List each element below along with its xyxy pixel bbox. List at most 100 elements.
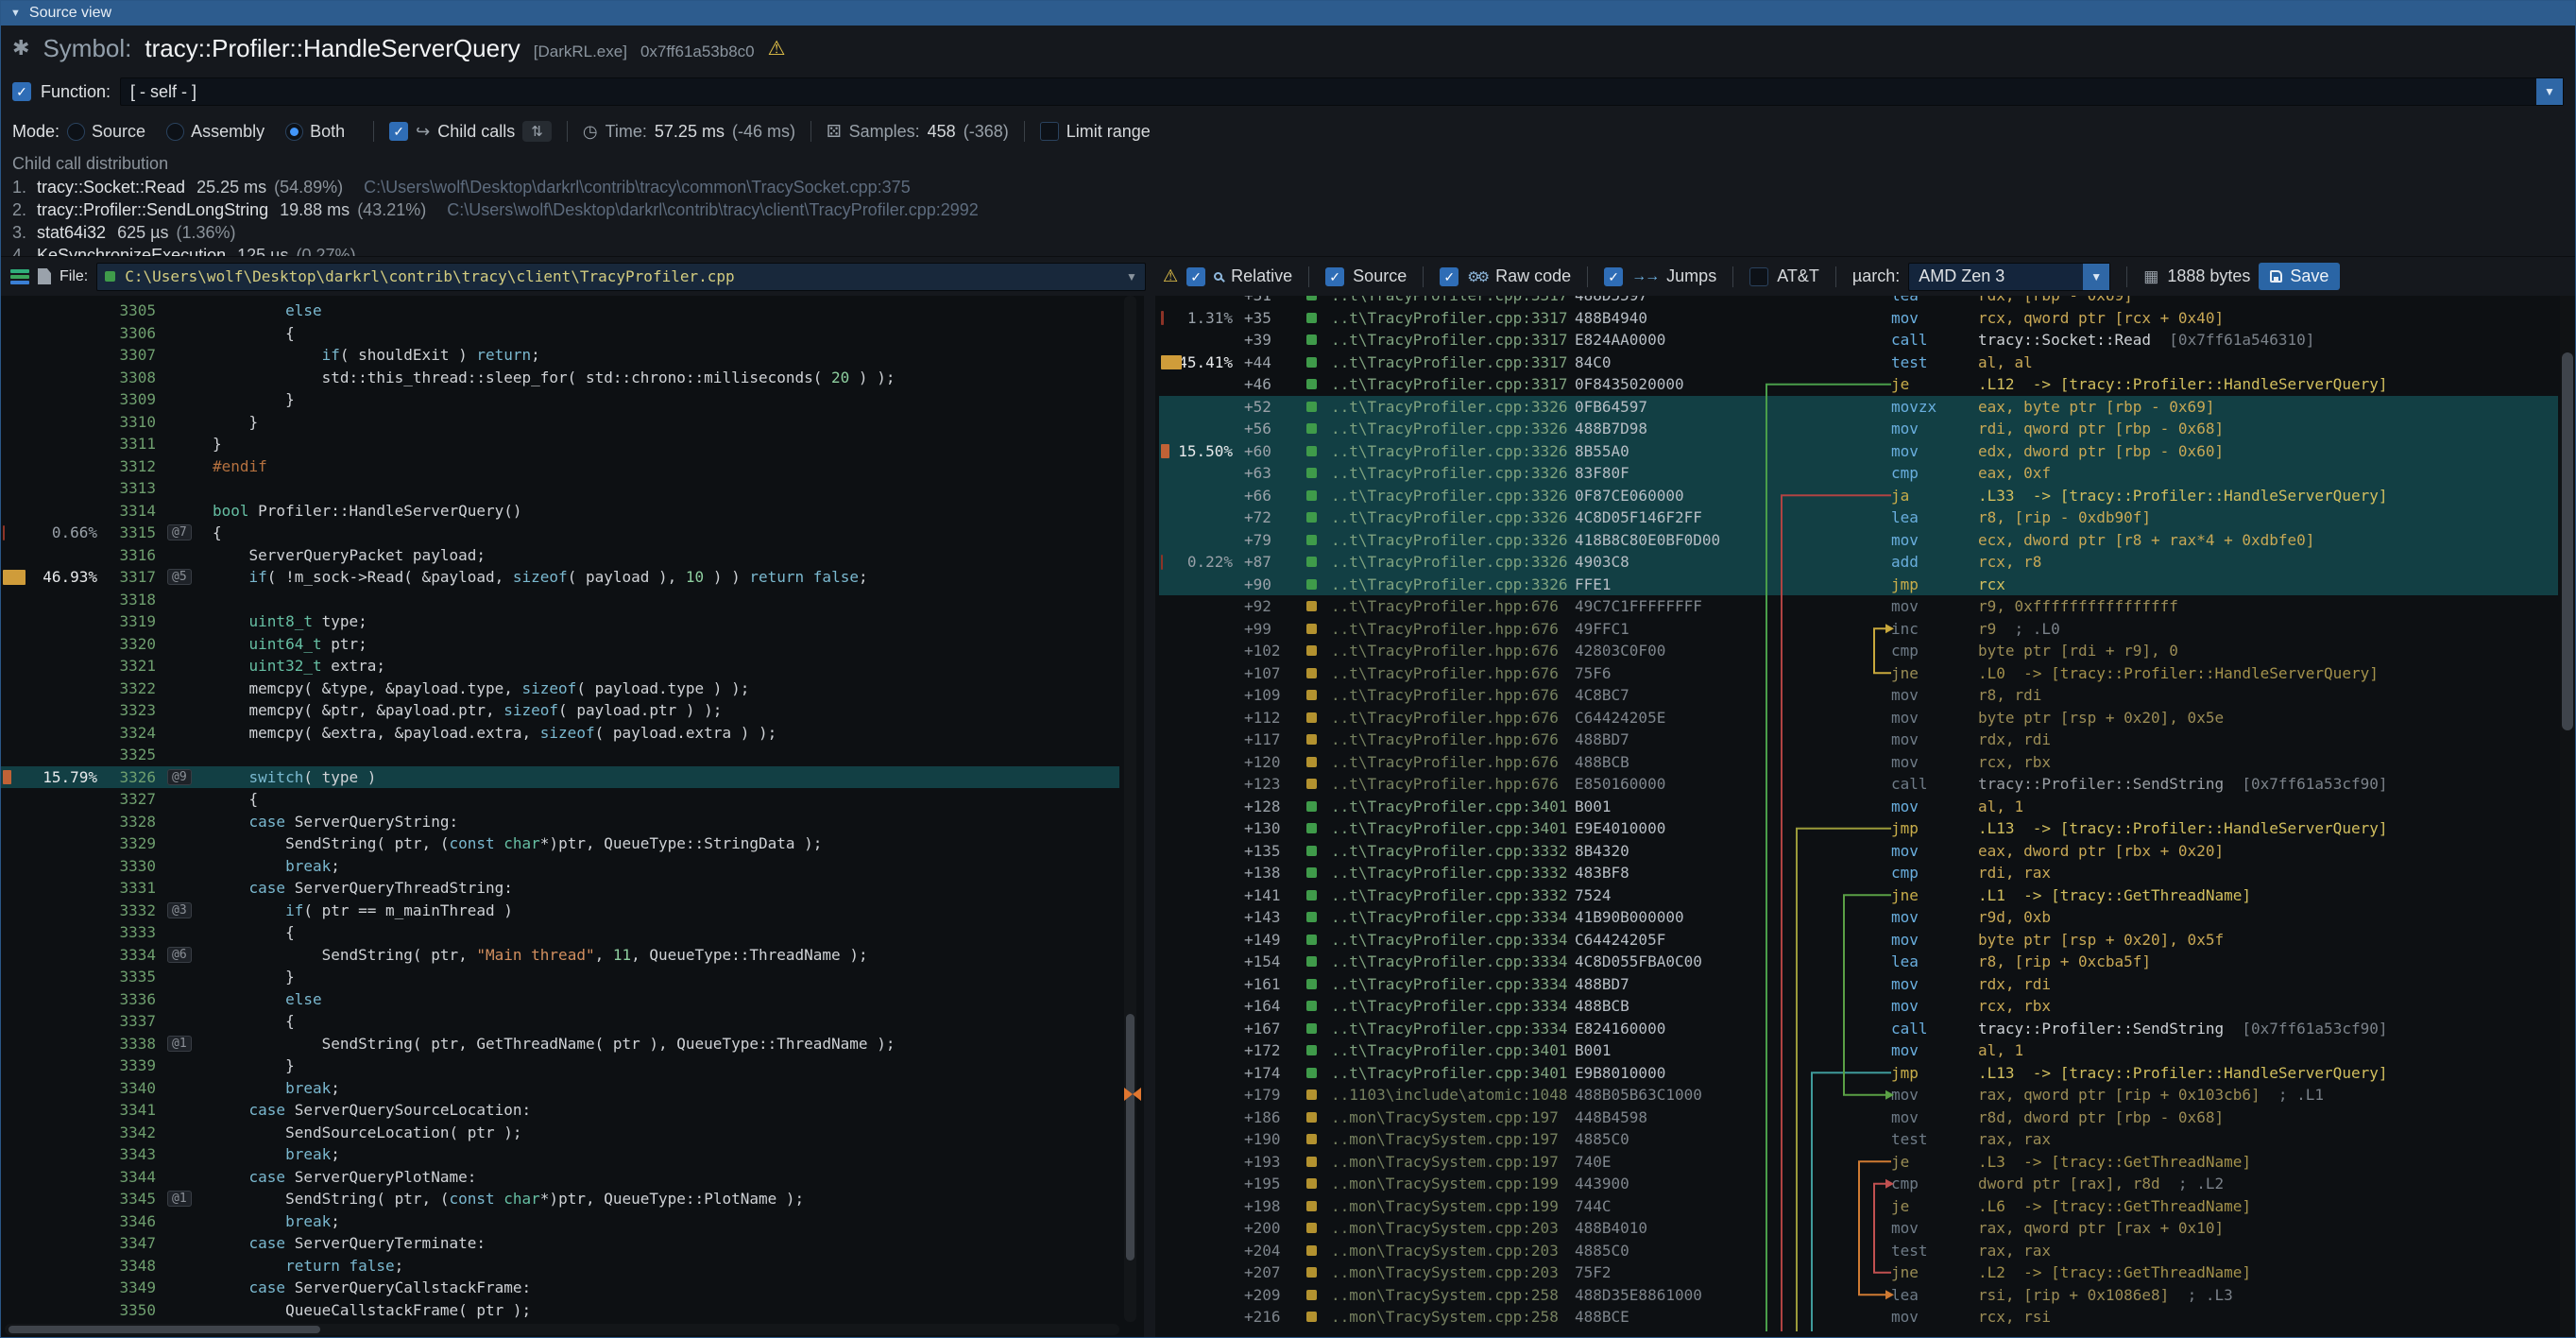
asm-row[interactable]: +39..t\TracyProfiler.cpp:3317E824AA0000c… (1159, 329, 2558, 352)
jumps-checkbox[interactable]: ✓ (1604, 267, 1623, 286)
file-select[interactable]: C:\Users\wolf\Desktop\darkrl\contrib\tra… (96, 263, 1146, 291)
asm-row[interactable]: +79..t\TracyProfiler.cpp:3326418B8C80E0B… (1159, 529, 2558, 552)
source-line[interactable]: 3336 else (1, 988, 1119, 1011)
source-line[interactable]: 0.66%3315@7{ (1, 522, 1119, 544)
asm-row[interactable]: 1.31%+35..t\TracyProfiler.cpp:3317488B49… (1159, 307, 2558, 330)
asm-row[interactable]: +92..t\TracyProfiler.hpp:67649C7C1FFFFFF… (1159, 595, 2558, 618)
asm-row[interactable]: +135..t\TracyProfiler.cpp:33328B4320move… (1159, 840, 2558, 863)
source-line[interactable]: 3338@1 SendString( ptr, GetThreadName( p… (1, 1033, 1119, 1055)
asm-row[interactable]: 15.50%+60..t\TracyProfiler.cpp:33268B55A… (1159, 440, 2558, 463)
asm-row[interactable]: +186..mon\TracySystem.cpp:197448B4598mov… (1159, 1106, 2558, 1129)
asm-row[interactable]: +198..mon\TracySystem.cpp:199744Cje.L6 -… (1159, 1195, 2558, 1218)
source-line[interactable]: 3323 memcpy( &ptr, &payload.ptr, sizeof(… (1, 699, 1119, 722)
source-line[interactable]: 15.79%3326@9 switch( type ) (1, 766, 1119, 789)
source-line[interactable]: 3342 SendSourceLocation( ptr ); (1, 1122, 1119, 1144)
chevron-down-icon[interactable]: ▼ (2536, 78, 2563, 105)
asm-row[interactable]: +112..t\TracyProfiler.hpp:676C64424205Em… (1159, 707, 2558, 729)
asm-row[interactable]: +52..t\TracyProfiler.cpp:33260FB64597mov… (1159, 396, 2558, 419)
source-line[interactable]: 3324 memcpy( &extra, &payload.extra, siz… (1, 722, 1119, 745)
asm-row[interactable]: +99..t\TracyProfiler.hpp:67649FFC1incr9 … (1159, 618, 2558, 641)
mode-radio-source[interactable]: Source (67, 122, 145, 142)
limit-range-checkbox[interactable] (1040, 122, 1059, 141)
asm-row[interactable]: +72..t\TracyProfiler.cpp:33264C8D05F146F… (1159, 506, 2558, 529)
source-line[interactable]: 3347 case ServerQueryTerminate: (1, 1232, 1119, 1255)
asm-row[interactable]: +190..mon\TracySystem.cpp:1974885C0testr… (1159, 1128, 2558, 1151)
asm-row[interactable]: +46..t\TracyProfiler.cpp:33170F843502000… (1159, 373, 2558, 396)
source-line[interactable]: 3341 case ServerQuerySourceLocation: (1, 1099, 1119, 1122)
source-line[interactable]: 3321 uint32_t extra; (1, 655, 1119, 678)
source-line[interactable]: 3314bool Profiler::HandleServerQuery() (1, 500, 1119, 523)
source-line[interactable]: 3310 } (1, 411, 1119, 434)
asm-row[interactable]: +56..t\TracyProfiler.cpp:3326488B7D98mov… (1159, 418, 2558, 440)
asm-row[interactable]: +167..t\TracyProfiler.cpp:3334E824160000… (1159, 1018, 2558, 1040)
source-line[interactable]: 3307 if( shouldExit ) return; (1, 344, 1119, 367)
source-line[interactable]: 3349 case ServerQueryCallstackFrame: (1, 1277, 1119, 1299)
source-line[interactable]: 3308 std::this_thread::sleep_for( std::c… (1, 367, 1119, 389)
source-line[interactable]: 3330 break; (1, 855, 1119, 878)
asm-row[interactable]: +128..t\TracyProfiler.cpp:3401B001moval,… (1159, 796, 2558, 818)
source-line[interactable]: 3327 { (1, 788, 1119, 811)
source-line[interactable]: 3319 uint8_t type; (1, 610, 1119, 633)
source-line[interactable]: 3331 case ServerQueryThreadString: (1, 877, 1119, 900)
asm-row[interactable]: +90..t\TracyProfiler.cpp:3326FFE1jmprcx (1159, 574, 2558, 596)
asm-row[interactable]: +123..t\TracyProfiler.hpp:676E850160000c… (1159, 773, 2558, 796)
asm-row[interactable]: +216..mon\TracySystem.cpp:258488BCEmovrc… (1159, 1306, 2558, 1329)
save-button[interactable]: Save (2259, 263, 2340, 290)
source-line[interactable]: 3318 (1, 589, 1119, 611)
asm-row[interactable]: +209..mon\TracySystem.cpp:258488D35E8861… (1159, 1284, 2558, 1307)
source-line[interactable]: 3306 { (1, 322, 1119, 345)
source-line[interactable]: 3332@3 if( ptr == m_mainThread ) (1, 900, 1119, 922)
source-line[interactable]: 3322 memcpy( &type, &payload.type, sizeo… (1, 678, 1119, 700)
asm-row[interactable]: +195..mon\TracySystem.cpp:199443900cmpdw… (1159, 1173, 2558, 1195)
mode-radio-both[interactable]: Both (285, 122, 345, 142)
asm-row[interactable]: +130..t\TracyProfiler.cpp:3401E9E4010000… (1159, 817, 2558, 840)
child-calls-checkbox[interactable]: ✓ (389, 122, 408, 141)
source-line[interactable]: 3348 return false; (1, 1255, 1119, 1278)
asm-row[interactable]: +138..t\TracyProfiler.cpp:3332483BF8cmpr… (1159, 862, 2558, 884)
source-line[interactable]: 3334@6 SendString( ptr, "Main thread", 1… (1, 944, 1119, 967)
function-select[interactable]: [ - self - ] ▼ (120, 77, 2564, 106)
source-line[interactable]: 3350 QueueCallstackFrame( ptr ); (1, 1299, 1119, 1322)
source-line[interactable]: 3328 case ServerQueryString: (1, 811, 1119, 833)
asm-row[interactable]: +207..mon\TracySystem.cpp:20375F2jne.L2 … (1159, 1261, 2558, 1284)
assembly-vertical-scrollbar[interactable] (2560, 296, 2575, 1337)
asm-row[interactable]: +161..t\TracyProfiler.cpp:3334488BD7movr… (1159, 973, 2558, 996)
asm-row[interactable]: +172..t\TracyProfiler.cpp:3401B001moval,… (1159, 1039, 2558, 1062)
asm-row[interactable]: +31..t\TracyProfiler.cpp:3317488D5597lea… (1159, 296, 2558, 307)
child-call-item[interactable]: 3.stat64i32625 µs(1.36%) (12, 221, 2564, 244)
source-line[interactable]: 3343 break; (1, 1143, 1119, 1166)
source-checkbox[interactable]: ✓ (1325, 267, 1344, 286)
function-checkbox[interactable]: ✓ (12, 82, 31, 101)
asm-row[interactable]: +107..t\TracyProfiler.hpp:67675F6jne.L0 … (1159, 662, 2558, 685)
source-line[interactable]: 46.93%3317@5 if( !m_sock->Read( &payload… (1, 566, 1119, 589)
source-line[interactable]: 3335 } (1, 966, 1119, 988)
raw-code-checkbox[interactable]: ✓ (1440, 267, 1459, 286)
source-horizontal-scrollbar[interactable] (5, 1324, 1119, 1335)
source-line[interactable]: 3333 { (1, 921, 1119, 944)
asm-row[interactable]: +193..mon\TracySystem.cpp:197740Eje.L3 -… (1159, 1151, 2558, 1174)
scroll-warning-marker[interactable] (1124, 1088, 1141, 1101)
titlebar[interactable]: ▼ Source view (1, 1, 2575, 26)
source-line[interactable]: 3313 (1, 477, 1119, 500)
asm-row[interactable]: 45.41%+44..t\TracyProfiler.cpp:331784C0t… (1159, 352, 2558, 374)
source-line[interactable]: 3337 { (1, 1010, 1119, 1033)
asm-row[interactable]: +66..t\TracyProfiler.cpp:33260F87CE06000… (1159, 485, 2558, 507)
source-line[interactable]: 3329 SendString( ptr, (const char*)ptr, … (1, 832, 1119, 855)
source-line[interactable]: 3339 } (1, 1055, 1119, 1077)
propagate-samples-button[interactable]: ⇅ (522, 121, 552, 142)
child-call-item[interactable]: 4.KeSynchronizeExecution125 µs(0.27%) (12, 244, 2564, 256)
asm-row[interactable]: +174..t\TracyProfiler.cpp:3401E9B8010000… (1159, 1062, 2558, 1085)
source-line[interactable]: 3340 break; (1, 1077, 1119, 1100)
source-line[interactable]: 3320 uint64_t ptr; (1, 633, 1119, 656)
asm-row[interactable]: +164..t\TracyProfiler.cpp:3334488BCBmovr… (1159, 995, 2558, 1018)
att-syntax-checkbox[interactable] (1749, 267, 1768, 286)
asm-row[interactable]: +63..t\TracyProfiler.cpp:332683F80Fcmpea… (1159, 462, 2558, 485)
chevron-down-icon[interactable]: ▼ (2083, 264, 2109, 290)
source-line[interactable]: 3325 (1, 744, 1119, 766)
chevron-down-icon[interactable]: ▼ (1118, 264, 1145, 290)
asm-row[interactable]: +204..mon\TracySystem.cpp:2034885C0testr… (1159, 1240, 2558, 1262)
asm-row[interactable]: +141..t\TracyProfiler.cpp:33327524jne.L1… (1159, 884, 2558, 907)
source-line[interactable]: 3344 case ServerQueryPlotName: (1, 1166, 1119, 1189)
child-call-item[interactable]: 2.tracy::Profiler::SendLongString19.88 m… (12, 198, 2564, 221)
source-line[interactable]: 3345@1 SendString( ptr, (const char*)ptr… (1, 1188, 1119, 1210)
